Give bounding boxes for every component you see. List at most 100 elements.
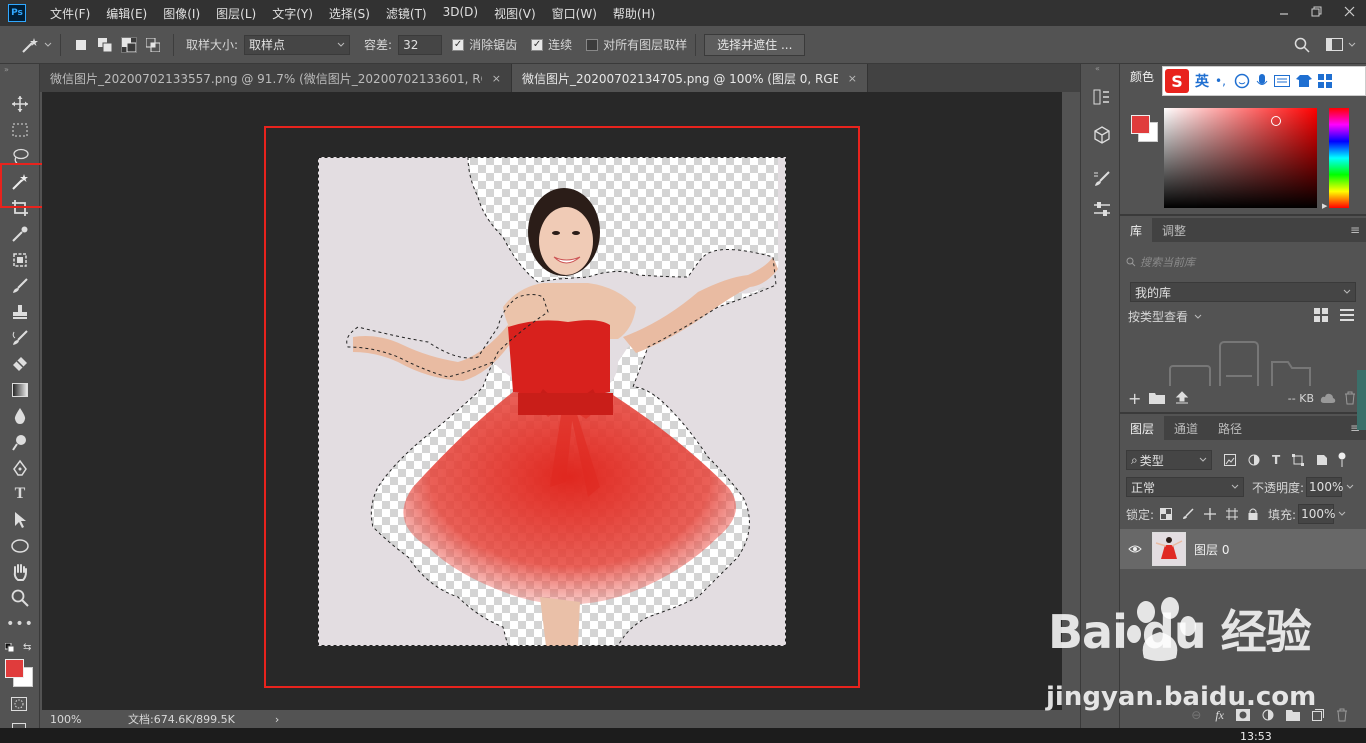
emoji-icon[interactable] [1234, 73, 1250, 89]
collapse-icon[interactable]: » [4, 65, 9, 74]
sample-size-select[interactable]: 取样点 [244, 34, 351, 55]
panel-menu-icon[interactable]: ≡ [1350, 223, 1360, 237]
close-button[interactable] [1333, 0, 1366, 22]
folder-icon[interactable] [1149, 392, 1166, 404]
lock-artboard-icon[interactable] [1226, 508, 1239, 520]
menu-filter[interactable]: 滤镜(T) [378, 5, 435, 22]
lock-transparency-icon[interactable] [1160, 508, 1173, 520]
menu-file[interactable]: 文件(F) [42, 5, 98, 22]
type-filter-icon[interactable]: T [1272, 453, 1280, 467]
filter-toggle-icon[interactable] [1338, 452, 1346, 468]
properties-panel-button[interactable] [1093, 200, 1111, 221]
select-and-mask-button[interactable]: 选择并遮住 ... [704, 33, 806, 56]
trash-icon[interactable] [1336, 708, 1348, 722]
menu-3d[interactable]: 3D(D) [435, 5, 486, 22]
sample-all-layers-checkbox[interactable]: 对所有图层取样 [586, 36, 687, 53]
image-filter-icon[interactable] [1224, 454, 1236, 466]
shape-tool[interactable] [7, 534, 33, 558]
status-menu-arrow[interactable]: › [275, 713, 279, 726]
skin-icon[interactable] [1295, 74, 1312, 88]
chevron-down-icon[interactable] [1346, 484, 1354, 490]
gradient-tool[interactable] [7, 378, 33, 402]
toolbox-icon[interactable] [1317, 74, 1332, 88]
chevron-down-icon[interactable] [1338, 511, 1346, 517]
grid-view-button[interactable] [1314, 308, 1328, 325]
layer-filter-select[interactable]: ⌕ 类型 [1126, 450, 1212, 470]
hue-slider[interactable] [1329, 108, 1349, 208]
trash-icon[interactable] [1344, 391, 1356, 405]
cloud-sync-icon[interactable] [1320, 392, 1336, 404]
fill-input[interactable]: 100% [1298, 504, 1335, 524]
menu-window[interactable]: 窗口(W) [544, 5, 605, 22]
ime-language[interactable]: 英 [1195, 71, 1209, 91]
type-tool[interactable]: T [7, 482, 33, 506]
tab-color[interactable]: 颜色 [1120, 64, 1165, 88]
tab-libraries[interactable]: 库 [1120, 218, 1153, 242]
intersect-selection-button[interactable] [145, 37, 161, 53]
new-selection-button[interactable] [73, 37, 89, 53]
pen-tool[interactable] [7, 456, 33, 480]
close-icon[interactable]: × [848, 72, 857, 85]
layer-name[interactable]: 图层 0 [1194, 541, 1229, 558]
eraser-tool[interactable] [7, 352, 33, 376]
clone-stamp-tool[interactable] [7, 300, 33, 324]
color-field[interactable] [1164, 108, 1317, 208]
foreground-color-swatch[interactable] [5, 659, 24, 678]
contiguous-checkbox[interactable]: ✓ 连续 [531, 36, 572, 53]
add-content-icon[interactable]: + [1128, 389, 1141, 408]
tool-preset-picker[interactable] [20, 36, 52, 54]
library-search[interactable]: 搜索当前库 [1126, 252, 1360, 272]
subtract-selection-button[interactable] [121, 36, 137, 53]
tab-paths[interactable]: 路径 [1208, 416, 1252, 440]
lock-all-icon[interactable] [1248, 508, 1258, 520]
tab-adjustments[interactable]: 调整 [1152, 218, 1196, 242]
microphone-icon[interactable] [1256, 73, 1268, 89]
lock-pixels-icon[interactable] [1182, 508, 1194, 520]
menu-layer[interactable]: 图层(L) [208, 5, 264, 22]
history-brush-tool[interactable] [7, 326, 33, 350]
punctuation-icon[interactable]: •, [1215, 74, 1226, 88]
restore-button[interactable] [1300, 0, 1333, 22]
library-select[interactable]: 我的库 [1130, 282, 1356, 302]
upload-icon[interactable] [1175, 391, 1189, 405]
healing-brush-tool[interactable] [7, 248, 33, 272]
panel-scrollbar[interactable] [1357, 370, 1366, 430]
brush-panel-button[interactable] [1093, 170, 1111, 191]
opacity-input[interactable]: 100% [1306, 477, 1343, 497]
3d-panel-button[interactable] [1093, 126, 1111, 147]
lock-position-icon[interactable] [1204, 508, 1217, 520]
move-tool[interactable] [7, 92, 33, 116]
brush-tool[interactable] [7, 274, 33, 298]
swap-colors-icon[interactable]: ⇆ [23, 642, 31, 653]
antialias-checkbox[interactable]: ✓ 消除锯齿 [452, 36, 517, 53]
close-icon[interactable]: × [492, 72, 501, 85]
add-selection-button[interactable] [97, 37, 113, 53]
default-colors-icon[interactable] [4, 642, 15, 656]
menu-view[interactable]: 视图(V) [486, 5, 544, 22]
minimize-button[interactable] [1267, 0, 1300, 22]
zoom-level[interactable]: 100% [50, 713, 90, 726]
color-foreground-swatch[interactable] [1131, 115, 1150, 134]
tab-document-1[interactable]: 微信图片_20200702133557.png @ 91.7% (微信图片_20… [40, 64, 512, 92]
marquee-tool[interactable] [7, 118, 33, 142]
quick-mask-button[interactable] [11, 697, 27, 714]
dodge-tool[interactable] [7, 430, 33, 454]
blend-mode-select[interactable]: 正常 [1126, 477, 1244, 497]
collapse-icon[interactable]: « [1095, 64, 1100, 73]
tolerance-input[interactable]: 32 [398, 34, 443, 55]
zoom-tool[interactable] [7, 586, 33, 610]
sogou-logo-icon[interactable]: S [1165, 69, 1189, 93]
workspace-icon[interactable] [1326, 37, 1344, 52]
menu-type[interactable]: 文字(Y) [264, 5, 321, 22]
blur-tool[interactable] [7, 404, 33, 428]
history-panel-button[interactable] [1093, 88, 1111, 109]
tab-document-2[interactable]: 微信图片_20200702134705.png @ 100% (图层 0, RG… [512, 64, 868, 92]
keyboard-icon[interactable] [1273, 75, 1290, 87]
hand-tool[interactable] [7, 560, 33, 584]
list-view-button[interactable] [1340, 308, 1354, 325]
view-by-type[interactable]: 按类型查看 [1128, 308, 1202, 325]
menu-help[interactable]: 帮助(H) [605, 5, 663, 22]
search-icon[interactable] [1294, 37, 1310, 53]
smart-object-filter-icon[interactable] [1316, 454, 1328, 466]
tab-layers[interactable]: 图层 [1120, 416, 1165, 440]
